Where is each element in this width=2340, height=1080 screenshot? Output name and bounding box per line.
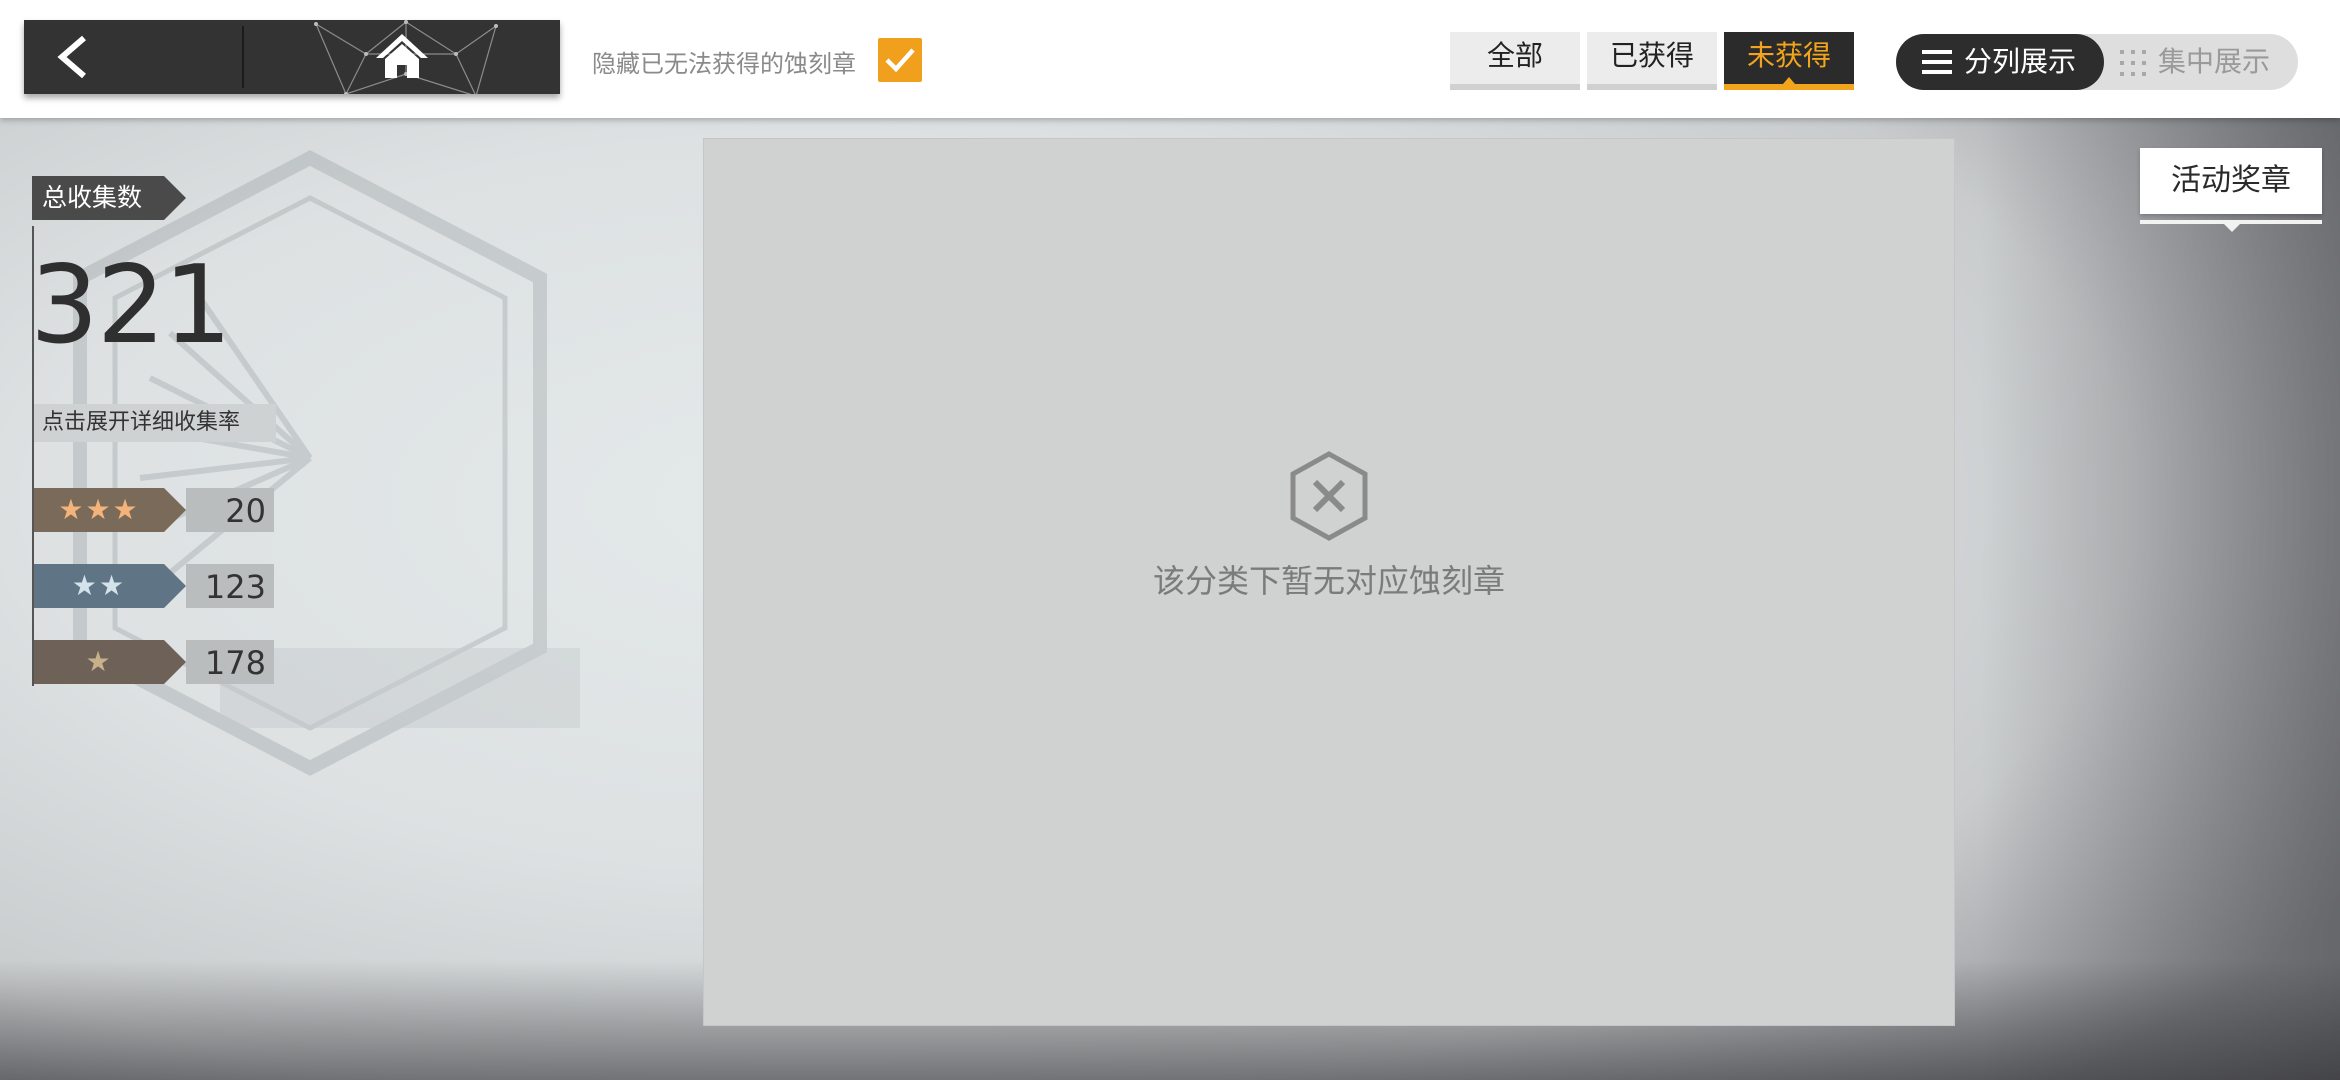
rarity-3-star-row: ★★★ 20 — [34, 488, 274, 532]
event-medals-tab[interactable]: 活动奖章 — [2140, 148, 2322, 214]
grid-view-label: 集中展示 — [2158, 45, 2271, 78]
tab-not-obtained-label: 未获得 — [1746, 39, 1831, 72]
hexagon-x-icon — [1290, 451, 1368, 541]
rarity-count-box: 178 — [186, 640, 274, 684]
medal-list-panel: 该分类下暂无对应蚀刻章 — [703, 138, 1955, 1026]
right-vignette — [1980, 118, 2340, 1080]
checkmark-icon — [885, 48, 915, 73]
grid-view-button[interactable]: 集中展示 — [2116, 34, 2298, 90]
expand-collection-rate-button[interactable]: 点击展开详细收集率 — [34, 404, 276, 442]
tab-obtained-label: 已获得 — [1609, 39, 1694, 72]
active-tab-caret — [1783, 77, 1795, 84]
event-tab-caret — [2224, 224, 2240, 232]
chevron-left-icon — [57, 35, 86, 79]
total-collection-label: 总收集数 — [32, 176, 186, 220]
nav-divider — [242, 26, 244, 88]
rarity-count-box: 20 — [186, 488, 274, 532]
home-button[interactable] — [246, 20, 560, 94]
hide-unobtainable-label: 隐藏已无法获得的蚀刻章 — [592, 50, 856, 78]
grid-dots-icon — [2120, 50, 2146, 76]
home-icon — [376, 34, 428, 78]
rarity-count-box: 123 — [186, 564, 274, 608]
empty-message: 该分类下暂无对应蚀刻章 — [1152, 562, 1505, 600]
view-mode-switch: 分列展示 集中展示 — [1896, 34, 2298, 90]
rarity-2-star-row: ★★ 123 — [34, 564, 274, 608]
tab-all[interactable]: 全部 — [1450, 32, 1580, 90]
total-collection-count: 321 — [30, 243, 232, 368]
top-bar: 隐藏已无法获得的蚀刻章 全部 已获得 未获得 分列展示 集中展示 — [0, 0, 2340, 118]
back-button[interactable] — [24, 20, 242, 94]
tab-not-obtained[interactable]: 未获得 — [1724, 32, 1854, 90]
list-view-label: 分列展示 — [1964, 45, 2077, 78]
rarity-count: 20 — [225, 492, 266, 530]
three-star-icon: ★★★ — [58, 493, 140, 526]
one-star-icon: ★ — [85, 645, 113, 678]
rarity-1-star-row: ★ 178 — [34, 640, 274, 684]
tab-all-label: 全部 — [1486, 39, 1543, 72]
rarity-count: 123 — [204, 568, 266, 606]
list-view-button[interactable]: 分列展示 — [1896, 34, 2104, 90]
hide-unobtainable-checkbox[interactable] — [878, 38, 922, 82]
nav-box — [24, 20, 560, 94]
two-star-icon: ★★ — [71, 569, 127, 602]
list-icon — [1922, 50, 1952, 74]
rarity-count: 178 — [204, 644, 266, 682]
tab-obtained[interactable]: 已获得 — [1587, 32, 1717, 90]
